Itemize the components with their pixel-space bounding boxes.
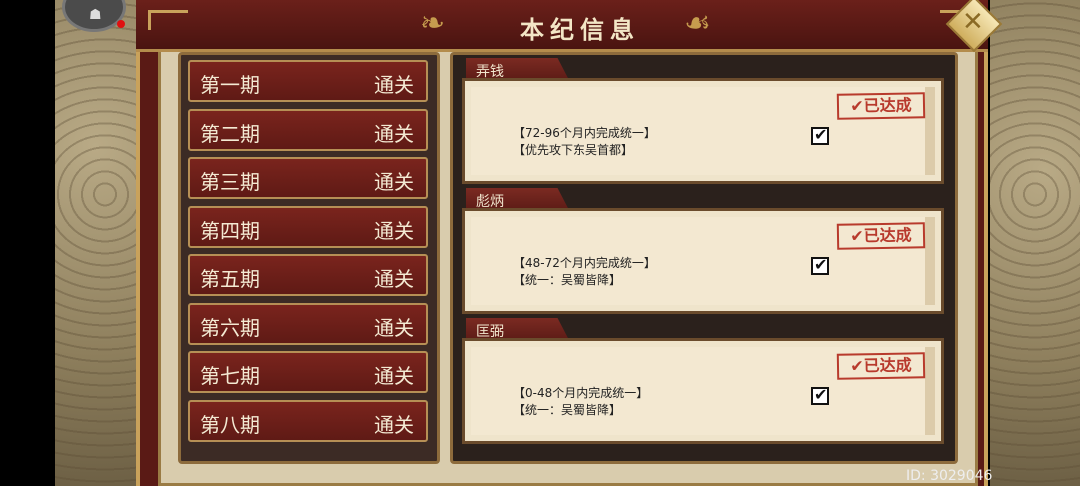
stage-status: 通关	[374, 219, 414, 243]
objective-line: 【统一：吴蜀皆降】	[513, 273, 622, 287]
stage-status: 通关	[374, 364, 414, 388]
stage-status: 通关	[374, 122, 414, 146]
stage-status: 通关	[374, 413, 414, 437]
check-icon: ✔	[814, 255, 828, 274]
achieved-stamp: ✔已达成	[836, 92, 926, 120]
objective-paper: ✔已达成 【0-48个月内完成统一】 【统一：吴蜀皆降】 ✔	[462, 338, 944, 444]
stage-name: 第六期	[200, 316, 260, 340]
notification-dot	[117, 20, 125, 28]
stage-item[interactable]: 第六期 通关	[188, 303, 428, 345]
close-button[interactable]: ✕	[945, 0, 1003, 53]
stage-name: 第八期	[200, 413, 260, 437]
objective-line: 【优先攻下东吴首都】	[513, 143, 634, 157]
game-screen: ☗ ❧ ☙ 本纪信息 ✕ 第一期 通关 第二期 通关 第三期 通关 第四期 通关…	[0, 0, 1080, 486]
objective-line: 【72-96个月内完成统一】	[513, 126, 656, 140]
stage-item[interactable]: 第五期 通关	[188, 254, 428, 296]
title-ornament-left: ❧	[420, 6, 446, 41]
objective-line: 【48-72个月内完成统一】	[513, 256, 656, 270]
stage-name: 第七期	[200, 364, 260, 388]
objective-lines: 【72-96个月内完成统一】 【优先攻下东吴首都】	[513, 125, 656, 159]
background-right	[990, 0, 1080, 486]
dialog-title: 本纪信息	[520, 16, 640, 44]
stage-name: 第五期	[200, 267, 260, 291]
objective-checkbox: ✔	[811, 255, 829, 275]
title-ornament-right: ☙	[684, 6, 711, 41]
corner-ornament-left	[148, 10, 188, 30]
achieved-stamp: ✔已达成	[836, 222, 926, 250]
check-icon: ✔	[814, 125, 828, 144]
check-icon: ✔	[814, 385, 828, 404]
stage-status: 通关	[374, 170, 414, 194]
stage-item[interactable]: 第一期 通关	[188, 60, 428, 102]
stage-status: 通关	[374, 267, 414, 291]
achieved-stamp: ✔已达成	[836, 352, 926, 380]
stage-item[interactable]: 第七期 通关	[188, 351, 428, 393]
player-id: ID: 3029046	[906, 468, 993, 484]
objective-paper: ✔已达成 【48-72个月内完成统一】 【统一：吴蜀皆降】 ✔	[462, 208, 944, 314]
objective-line: 【0-48个月内完成统一】	[513, 386, 649, 400]
objective-paper: ✔已达成 【72-96个月内完成统一】 【优先攻下东吴首都】 ✔	[462, 78, 944, 184]
stage-item[interactable]: 第八期 通关	[188, 400, 428, 442]
stage-item[interactable]: 第三期 通关	[188, 157, 428, 199]
objective-checkbox: ✔	[811, 385, 829, 405]
objective-lines: 【0-48个月内完成统一】 【统一：吴蜀皆降】	[513, 385, 648, 419]
objective-checkbox: ✔	[811, 125, 829, 145]
stage-name: 第三期	[200, 170, 260, 194]
objective-line: 【统一：吴蜀皆降】	[513, 403, 622, 417]
avatar-icon: ☗	[89, 7, 102, 23]
stage-status: 通关	[374, 316, 414, 340]
stage-name: 第一期	[200, 73, 260, 97]
stage-name: 第四期	[200, 219, 260, 243]
stage-item[interactable]: 第四期 通关	[188, 206, 428, 248]
stage-name: 第二期	[200, 122, 260, 146]
close-icon: ✕	[962, 7, 984, 37]
stage-status: 通关	[374, 73, 414, 97]
stage-item[interactable]: 第二期 通关	[188, 109, 428, 151]
objective-lines: 【48-72个月内完成统一】 【统一：吴蜀皆降】	[513, 255, 656, 289]
